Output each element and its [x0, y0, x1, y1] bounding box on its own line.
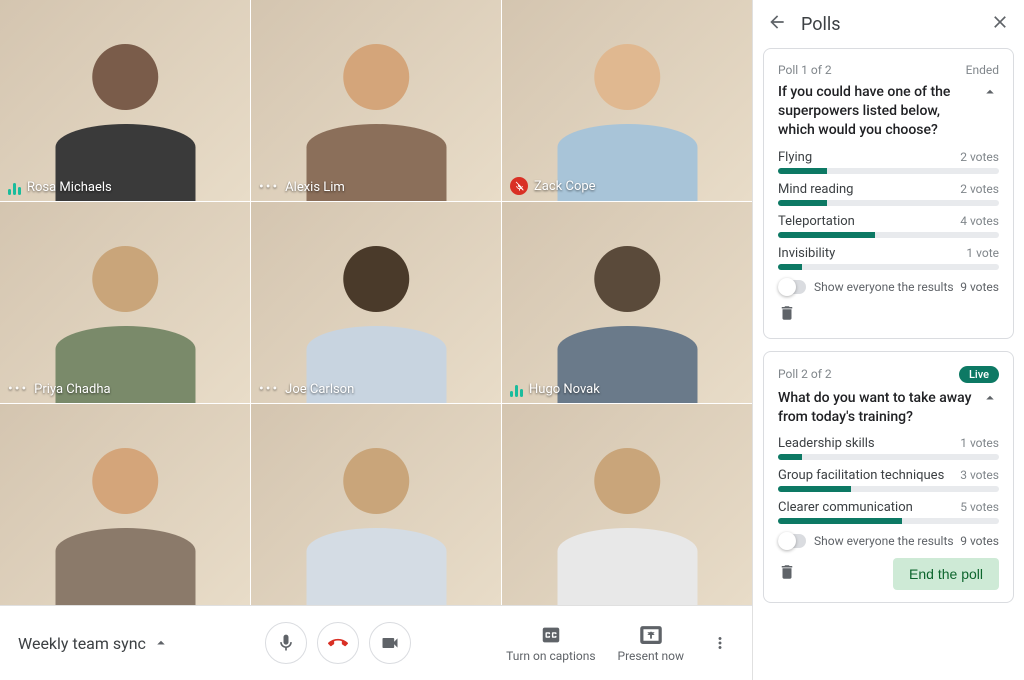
present-icon — [640, 624, 662, 646]
participant-name: Joe Carlson — [285, 382, 354, 397]
participant-tile[interactable]: Zack Cope — [502, 0, 752, 201]
chevron-up-icon — [152, 634, 170, 652]
show-results-label: Show everyone the results — [814, 534, 954, 548]
option-label: Group facilitation techniques — [778, 468, 944, 483]
camera-button[interactable] — [369, 622, 411, 664]
poll-question: If you could have one of the superpowers… — [778, 83, 973, 140]
mic-muted-icon — [510, 177, 528, 195]
chevron-up-icon — [981, 83, 999, 101]
bottom-bar: Weekly team sync Turn on captions Presen… — [0, 605, 752, 680]
panel-title: Polls — [801, 14, 976, 35]
total-votes: 9 votes — [960, 280, 999, 294]
live-badge: Live — [959, 366, 999, 383]
participant-tile[interactable]: Hugo Novak — [502, 202, 752, 403]
option-label: Flying — [778, 150, 812, 165]
end-poll-button[interactable]: End the poll — [893, 558, 999, 590]
participant-name: Hugo Novak — [529, 382, 600, 397]
poll-number: Poll 1 of 2 — [778, 63, 832, 77]
option-votes: 3 votes — [960, 468, 999, 483]
right-controls: Turn on captions Present now — [506, 624, 734, 663]
speaking-icon — [510, 383, 523, 397]
poll-question: What do you want to take away from today… — [778, 389, 973, 427]
more-dots-icon: ••• — [259, 381, 279, 397]
meeting-title-text: Weekly team sync — [18, 634, 146, 653]
participant-tile[interactable] — [502, 404, 752, 605]
participant-name: Zack Cope — [534, 179, 596, 194]
present-button[interactable]: Present now — [618, 624, 684, 663]
poll-option: Teleportation 4 votes — [778, 214, 999, 238]
poll-option: Invisibility 1 vote — [778, 246, 999, 270]
more-menu-button[interactable] — [706, 629, 734, 657]
option-label: Leadership skills — [778, 436, 875, 451]
option-votes: 2 votes — [960, 182, 999, 197]
poll-option: Leadership skills 1 votes — [778, 436, 999, 460]
option-votes: 5 votes — [960, 500, 999, 515]
participant-name: Rosa Michaels — [27, 180, 112, 195]
participant-tile[interactable]: ••• Joe Carlson — [251, 202, 501, 403]
more-vert-icon — [711, 634, 729, 652]
delete-poll-button[interactable] — [778, 563, 796, 585]
option-votes: 2 votes — [960, 150, 999, 165]
collapse-button[interactable] — [981, 389, 999, 437]
captions-button[interactable]: Turn on captions — [506, 624, 595, 663]
hangup-button[interactable] — [317, 622, 359, 664]
arrow-back-icon — [767, 12, 787, 32]
option-label: Invisibility — [778, 246, 835, 261]
option-votes: 1 vote — [966, 246, 999, 261]
participant-tile[interactable] — [251, 404, 501, 605]
poll-option: Flying 2 votes — [778, 150, 999, 174]
trash-icon — [778, 563, 796, 581]
participant-tile[interactable]: ••• Priya Chadha — [0, 202, 250, 403]
option-label: Mind reading — [778, 182, 853, 197]
trash-icon — [778, 304, 796, 322]
show-results-toggle[interactable] — [778, 534, 806, 548]
option-label: Teleportation — [778, 214, 855, 229]
polls-panel: Polls Poll 1 of 2 Ended If you could hav… — [752, 0, 1024, 680]
panel-header: Polls — [753, 0, 1024, 48]
present-label: Present now — [618, 649, 684, 663]
polls-list: Poll 1 of 2 Ended If you could have one … — [753, 48, 1024, 680]
poll-card: Poll 2 of 2 Live What do you want to tak… — [763, 351, 1014, 604]
more-dots-icon: ••• — [259, 179, 279, 195]
speaking-icon — [8, 181, 21, 195]
back-button[interactable] — [767, 12, 787, 36]
participant-tile[interactable]: Rosa Michaels — [0, 0, 250, 201]
show-results-label: Show everyone the results — [814, 280, 954, 294]
option-label: Clearer communication — [778, 500, 913, 515]
total-votes: 9 votes — [960, 534, 999, 548]
poll-option: Mind reading 2 votes — [778, 182, 999, 206]
more-dots-icon: ••• — [8, 381, 28, 397]
poll-number: Poll 2 of 2 — [778, 367, 832, 381]
poll-status: Ended — [966, 63, 999, 77]
participant-name: Priya Chadha — [34, 382, 110, 397]
participant-grid: Rosa Michaels ••• Alexis Lim Zack Cope •… — [0, 0, 752, 605]
participant-tile[interactable]: ••• Alexis Lim — [251, 0, 501, 201]
show-results-toggle[interactable] — [778, 280, 806, 294]
meeting-title[interactable]: Weekly team sync — [18, 634, 170, 653]
option-votes: 4 votes — [960, 214, 999, 229]
participant-name: Alexis Lim — [285, 180, 345, 195]
poll-card: Poll 1 of 2 Ended If you could have one … — [763, 48, 1014, 339]
close-button[interactable] — [990, 12, 1010, 36]
poll-option: Group facilitation techniques 3 votes — [778, 468, 999, 492]
participant-tile[interactable] — [0, 404, 250, 605]
main-area: Rosa Michaels ••• Alexis Lim Zack Cope •… — [0, 0, 752, 680]
mic-button[interactable] — [265, 622, 307, 664]
delete-poll-button[interactable] — [778, 304, 796, 326]
close-icon — [990, 12, 1010, 32]
option-votes: 1 votes — [960, 436, 999, 451]
chevron-up-icon — [981, 389, 999, 407]
captions-label: Turn on captions — [506, 649, 595, 663]
collapse-button[interactable] — [981, 83, 999, 150]
captions-icon — [540, 624, 562, 646]
poll-option: Clearer communication 5 votes — [778, 500, 999, 524]
center-controls — [265, 622, 411, 664]
